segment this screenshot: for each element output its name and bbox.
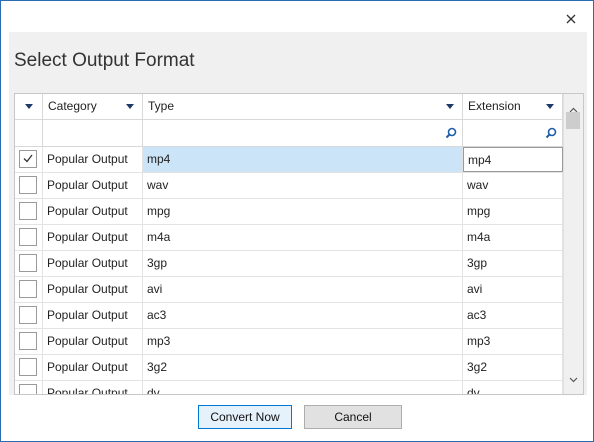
select-cell xyxy=(15,303,43,328)
category-cell: Popular Output xyxy=(43,199,143,224)
column-menu-icon[interactable] xyxy=(25,104,33,109)
category-cell: Popular Output xyxy=(43,329,143,354)
table-row[interactable]: Popular Output 3g2 3g2 xyxy=(15,355,563,381)
search-icon[interactable] xyxy=(445,126,457,144)
row-checkbox[interactable] xyxy=(19,384,37,394)
content-panel: Select Output Format Category Type Exten… xyxy=(9,32,587,395)
table-row[interactable]: Popular Output dv dv xyxy=(15,381,563,394)
category-cell: Popular Output xyxy=(43,277,143,302)
extension-cell: 3gp xyxy=(463,251,563,276)
type-header-label: Type xyxy=(148,99,175,113)
select-cell xyxy=(15,225,43,250)
scroll-down-icon[interactable] xyxy=(569,370,578,388)
extension-filter-cell[interactable] xyxy=(463,120,563,146)
grid-rows: Popular Output mp4 mp4 Popular Output wav wav… xyxy=(15,147,563,394)
select-column-header[interactable] xyxy=(15,94,43,119)
select-cell xyxy=(15,381,43,394)
extension-cell: dv xyxy=(463,381,563,394)
category-column-header[interactable]: Category xyxy=(43,94,143,119)
type-cell: 3gp xyxy=(143,251,463,276)
extension-cell: wav xyxy=(463,173,563,198)
extension-cell: ac3 xyxy=(463,303,563,328)
cancel-button[interactable]: Cancel xyxy=(304,405,402,429)
extension-cell: m4a xyxy=(463,225,563,250)
type-filter-cell[interactable] xyxy=(143,120,463,146)
table-row[interactable]: Popular Output avi avi xyxy=(15,277,563,303)
type-cell: mp3 xyxy=(143,329,463,354)
check-icon xyxy=(23,154,33,163)
row-checkbox[interactable] xyxy=(19,358,37,376)
category-cell: Popular Output xyxy=(43,303,143,328)
search-icon[interactable] xyxy=(545,126,557,144)
table-row[interactable]: Popular Output m4a m4a xyxy=(15,225,563,251)
type-cell: dv xyxy=(143,381,463,394)
type-cell: 3g2 xyxy=(143,355,463,380)
select-filter-cell xyxy=(15,120,43,146)
filter-row xyxy=(15,120,563,147)
category-sort-icon[interactable] xyxy=(126,104,134,109)
type-cell: mp4 xyxy=(143,147,463,172)
category-cell: Popular Output xyxy=(43,381,143,394)
convert-now-button[interactable]: Convert Now xyxy=(198,405,292,429)
row-checkbox[interactable] xyxy=(19,228,37,246)
extension-sort-icon[interactable] xyxy=(546,104,554,109)
extension-cell: mp4 xyxy=(463,147,563,172)
select-cell xyxy=(15,277,43,302)
category-cell: Popular Output xyxy=(43,355,143,380)
type-cell: m4a xyxy=(143,225,463,250)
extension-cell: 3g2 xyxy=(463,355,563,380)
category-header-label: Category xyxy=(48,99,97,113)
scrollbar-thumb[interactable] xyxy=(566,112,580,129)
grid-header: Category Type Extension xyxy=(15,94,563,120)
type-column-header[interactable]: Type xyxy=(143,94,463,119)
row-checkbox[interactable] xyxy=(19,332,37,350)
row-checkbox[interactable] xyxy=(19,176,37,194)
category-cell: Popular Output xyxy=(43,225,143,250)
close-icon[interactable] xyxy=(563,11,579,27)
row-checkbox[interactable] xyxy=(19,202,37,220)
extension-column-header[interactable]: Extension xyxy=(463,94,563,119)
table-row[interactable]: Popular Output mp4 mp4 xyxy=(15,147,563,173)
type-sort-icon[interactable] xyxy=(446,104,454,109)
vertical-scrollbar[interactable] xyxy=(563,94,583,394)
select-cell xyxy=(15,355,43,380)
table-row[interactable]: Popular Output wav wav xyxy=(15,173,563,199)
table-row[interactable]: Popular Output mp3 mp3 xyxy=(15,329,563,355)
category-filter-cell[interactable] xyxy=(43,120,143,146)
extension-header-label: Extension xyxy=(468,99,521,113)
select-cell xyxy=(15,147,43,172)
type-cell: mpg xyxy=(143,199,463,224)
row-checkbox[interactable] xyxy=(19,150,37,168)
format-grid: Category Type Extension Popular Output m… xyxy=(14,93,584,395)
dialog-title: Select Output Format xyxy=(14,50,195,71)
type-cell: ac3 xyxy=(143,303,463,328)
table-row[interactable]: Popular Output ac3 ac3 xyxy=(15,303,563,329)
select-output-format-dialog: Select Output Format Category Type Exten… xyxy=(0,0,594,442)
row-checkbox[interactable] xyxy=(19,280,37,298)
select-cell xyxy=(15,329,43,354)
row-checkbox[interactable] xyxy=(19,306,37,324)
category-cell: Popular Output xyxy=(43,251,143,276)
extension-cell: mpg xyxy=(463,199,563,224)
extension-cell: mp3 xyxy=(463,329,563,354)
table-row[interactable]: Popular Output 3gp 3gp xyxy=(15,251,563,277)
table-row[interactable]: Popular Output mpg mpg xyxy=(15,199,563,225)
category-cell: Popular Output xyxy=(43,147,143,172)
row-checkbox[interactable] xyxy=(19,254,37,272)
type-cell: avi xyxy=(143,277,463,302)
select-cell xyxy=(15,251,43,276)
select-cell xyxy=(15,199,43,224)
type-cell: wav xyxy=(143,173,463,198)
select-cell xyxy=(15,173,43,198)
extension-cell: avi xyxy=(463,277,563,302)
category-cell: Popular Output xyxy=(43,173,143,198)
